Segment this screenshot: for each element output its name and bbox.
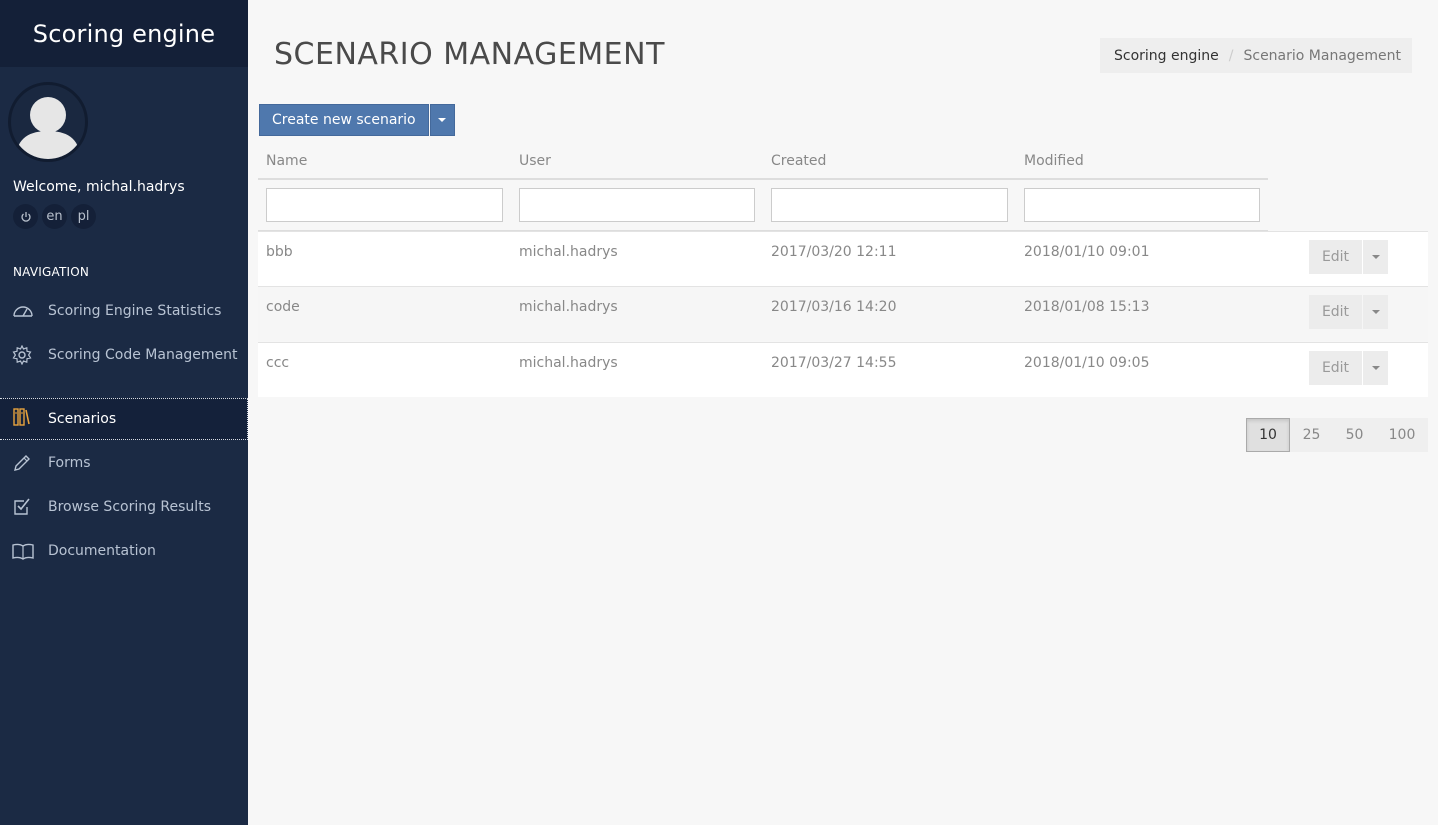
chevron-down-icon [1371, 255, 1380, 259]
header-divider [258, 178, 1268, 180]
open-book-icon [12, 541, 34, 561]
book-shelf-icon [12, 407, 34, 427]
power-icon[interactable] [13, 204, 38, 229]
avatar [8, 82, 88, 162]
cell-user: michal.hadrys [519, 299, 618, 315]
create-scenario-dropdown-toggle[interactable] [429, 104, 455, 136]
welcome-text: Welcome, michal.hadrys [13, 179, 185, 195]
create-new-scenario-button[interactable]: Create new scenario [259, 104, 429, 136]
page-title: SCENARIO MANAGEMENT [274, 37, 665, 72]
app-title[interactable]: Scoring engine [0, 0, 248, 67]
cell-created: 2017/03/20 12:11 [771, 244, 897, 260]
edit-button[interactable]: Edit [1309, 240, 1362, 274]
edit-dropdown-toggle[interactable] [1363, 351, 1388, 385]
language-en-button[interactable]: en [42, 204, 67, 229]
sidebar-item-browse-scoring-results[interactable]: Browse Scoring Results [0, 497, 248, 517]
chevron-down-icon [438, 118, 447, 122]
navigation-heading: NAVIGATION [13, 265, 90, 279]
cell-modified: 2018/01/10 09:01 [1024, 244, 1150, 260]
sidebar-item-label: Scoring Code Management [13, 345, 248, 365]
pencil-icon [12, 453, 34, 473]
user-avatar-icon [16, 97, 80, 159]
breadcrumb: Scoring engine / Scenario Management [1100, 38, 1412, 73]
row-actions: Edit [1309, 295, 1388, 329]
filter-user-input[interactable] [519, 188, 755, 222]
column-header-created[interactable]: Created [771, 153, 826, 169]
column-header-name[interactable]: Name [266, 153, 307, 169]
sidebar-item-label: Browse Scoring Results [48, 499, 211, 515]
edit-button[interactable]: Edit [1309, 351, 1362, 385]
sidebar-item-label-text: Scoring Code Management [48, 347, 238, 363]
chevron-down-icon [1371, 366, 1380, 370]
sidebar-item-documentation[interactable]: Documentation [0, 541, 248, 561]
page-size-option[interactable]: 25 [1290, 418, 1333, 452]
sidebar-item-scoring-code-management[interactable]: Scoring Code Management [0, 345, 248, 365]
cell-created: 2017/03/16 14:20 [771, 299, 897, 315]
quick-actions: en pl [13, 204, 96, 229]
page-size-option[interactable]: 50 [1333, 418, 1376, 452]
filter-created-input[interactable] [771, 188, 1008, 222]
page-size-option[interactable]: 10 [1246, 418, 1290, 452]
sidebar: Scoring engine Welcome, michal.hadrys en… [0, 0, 248, 825]
column-header-modified[interactable]: Modified [1024, 153, 1084, 169]
cell-modified: 2018/01/10 09:05 [1024, 355, 1150, 371]
table-row: code michal.hadrys 2017/03/16 14:20 2018… [258, 286, 1428, 341]
dashboard-gauge-icon [12, 301, 34, 321]
sidebar-item-forms[interactable]: Forms [0, 453, 248, 473]
sidebar-item-scenarios[interactable]: Scenarios [0, 398, 248, 440]
sidebar-item-scoring-engine-statistics[interactable]: Scoring Engine Statistics [0, 301, 248, 321]
sidebar-item-label: Scenarios [48, 411, 117, 427]
language-pl-button[interactable]: pl [71, 204, 96, 229]
sidebar-item-label: Documentation [48, 543, 156, 559]
gear-icon [12, 345, 34, 365]
sidebar-item-label: Scoring Engine Statistics [48, 303, 222, 319]
cell-name: ccc [266, 355, 290, 371]
cell-name: bbb [266, 244, 293, 260]
cell-modified: 2018/01/08 15:13 [1024, 299, 1150, 315]
row-actions: Edit [1309, 351, 1388, 385]
sidebar-item-label: Forms [48, 455, 91, 471]
edit-dropdown-toggle[interactable] [1363, 295, 1388, 329]
row-actions: Edit [1309, 240, 1388, 274]
breadcrumb-separator: / [1228, 47, 1234, 64]
filter-name-input[interactable] [266, 188, 503, 222]
cell-user: michal.hadrys [519, 244, 618, 260]
cell-name: code [266, 299, 300, 315]
table-row: bbb michal.hadrys 2017/03/20 12:11 2018/… [258, 231, 1428, 286]
chevron-down-icon [1371, 310, 1380, 314]
create-scenario-group: Create new scenario [259, 104, 455, 136]
page-size-selector: 10 25 50 100 [1246, 418, 1428, 452]
filter-modified-input[interactable] [1024, 188, 1260, 222]
page-size-option[interactable]: 100 [1376, 418, 1428, 452]
edit-dropdown-toggle[interactable] [1363, 240, 1388, 274]
breadcrumb-home-link[interactable]: Scoring engine [1114, 48, 1219, 64]
cell-created: 2017/03/27 14:55 [771, 355, 897, 371]
breadcrumb-current: Scenario Management [1243, 47, 1402, 64]
checkbox-icon [12, 497, 34, 517]
column-header-user[interactable]: User [519, 153, 551, 169]
cell-user: michal.hadrys [519, 355, 618, 371]
edit-button[interactable]: Edit [1309, 295, 1362, 329]
table-row: ccc michal.hadrys 2017/03/27 14:55 2018/… [258, 342, 1428, 397]
